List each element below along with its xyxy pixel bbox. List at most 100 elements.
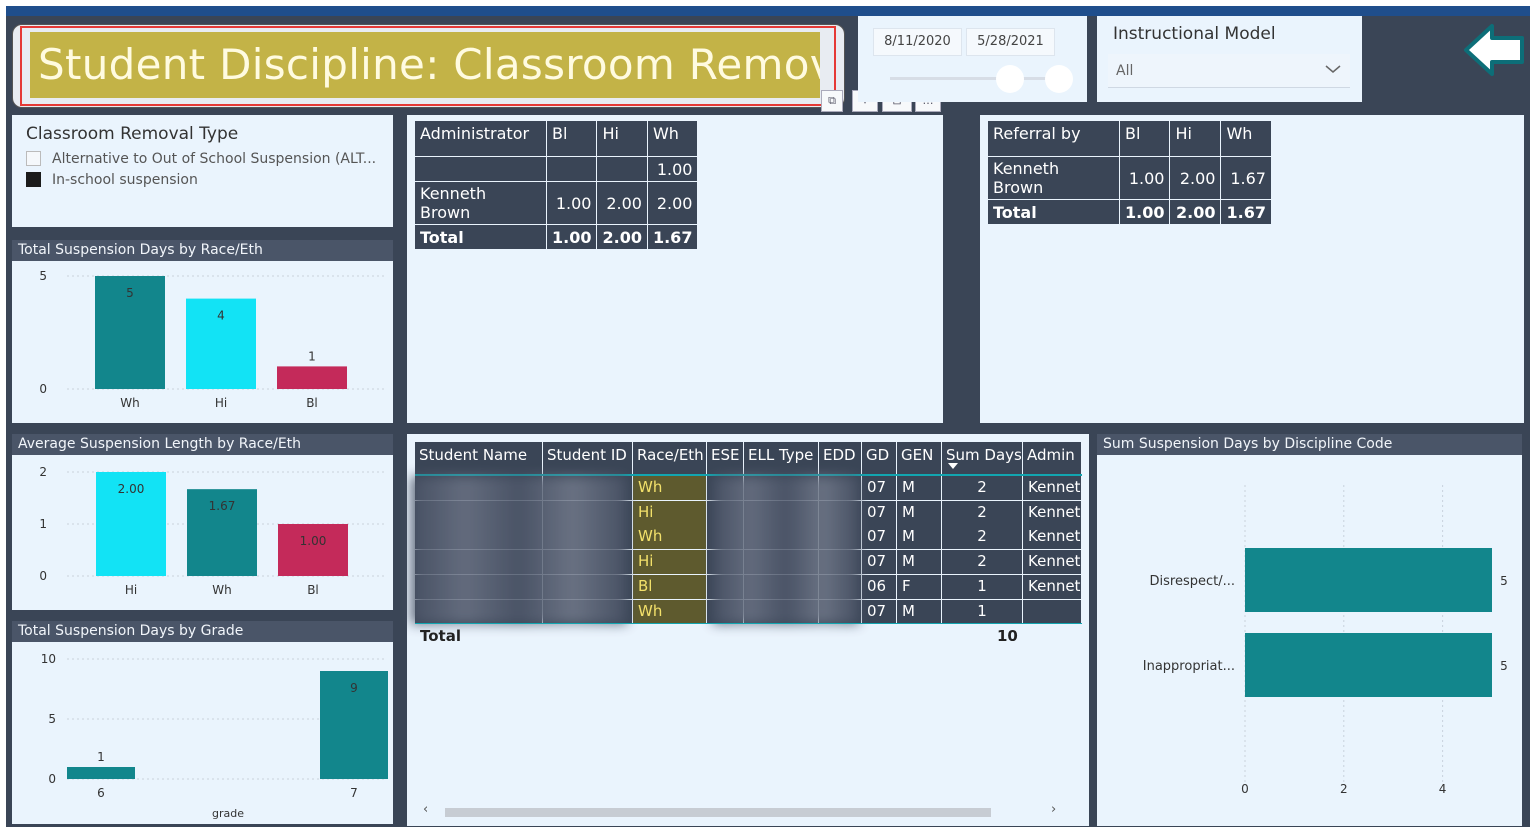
chevron-down-icon[interactable]	[1324, 60, 1342, 78]
back-arrow-button[interactable]	[1462, 20, 1526, 80]
table-cell: Bl	[633, 574, 707, 599]
column-header-race[interactable]: Race/Eth	[633, 442, 707, 474]
column-header[interactable]: Hi	[1169, 120, 1222, 157]
matrix-row[interactable]: 1.00	[414, 156, 699, 182]
table-cell	[1023, 599, 1082, 624]
total-label: Total	[420, 627, 461, 645]
y-tick-label: 5	[39, 269, 47, 283]
table-cell: Wh	[633, 476, 707, 500]
matrix-row[interactable]: Kenneth Brown 1.00 2.00 2.00	[414, 181, 699, 225]
column-header-edd[interactable]: EDD	[819, 442, 862, 474]
date-slider-track[interactable]	[890, 77, 1060, 80]
column-header-ell-type[interactable]: ELL Type	[744, 442, 819, 474]
end-date-input[interactable]: 5/28/2021	[966, 28, 1055, 56]
bar	[1245, 633, 1492, 697]
table-cell: Hi	[633, 500, 707, 525]
column-header[interactable]: Administrator	[414, 120, 547, 157]
y-tick-label: 0	[39, 569, 47, 583]
bar	[67, 767, 135, 779]
y-tick-label: Inappropriat...	[1143, 659, 1235, 674]
column-header-gd[interactable]: GD	[862, 442, 897, 474]
checkbox-unchecked-icon[interactable]	[26, 151, 41, 166]
copy-icon[interactable]: ⧉	[821, 90, 843, 112]
table-cell: 07	[862, 500, 897, 525]
table-cell: 07	[862, 525, 897, 550]
matrix-cell: Total	[987, 199, 1120, 225]
removal-type-option-alt[interactable]: Alternative to Out of School Suspension …	[26, 151, 386, 171]
table-cell: Hi	[633, 550, 707, 575]
chart-panel-discipline-code: Sum Suspension Days by Discipline Code 0…	[1097, 434, 1522, 826]
column-header[interactable]: Wh	[1220, 120, 1272, 157]
table-cell: Wh	[633, 599, 707, 624]
matrix-cell: 2.00	[646, 181, 699, 225]
x-tick-label: 6	[97, 786, 105, 800]
column-header-gen[interactable]: GEN	[897, 442, 942, 474]
table-cell: 1	[942, 574, 1023, 599]
matrix-cell: 2.00	[596, 224, 648, 250]
matrix-total-row: Total 1.00 2.00 1.67	[987, 199, 1272, 225]
horizontal-scrollbar[interactable]: ‹ ›	[421, 802, 1071, 819]
y-tick-label: 0	[39, 382, 47, 396]
table-cell: Wh	[633, 525, 707, 550]
date-slider-end-handle[interactable]	[1045, 65, 1073, 93]
data-label: 1.00	[300, 534, 327, 548]
checkbox-checked-icon[interactable]	[26, 172, 41, 187]
removal-type-option-iss[interactable]: In-school suspension	[26, 172, 386, 192]
column-header[interactable]: Bl	[545, 120, 598, 157]
instructional-model-dropdown[interactable]: All	[1108, 54, 1350, 88]
column-header[interactable]: Hi	[596, 120, 648, 157]
matrix-cell: 2.00	[1169, 156, 1222, 200]
table-cell: F	[897, 574, 942, 599]
column-header-admin[interactable]: Admin	[1023, 442, 1082, 474]
referral-matrix-panel: Referral by Bl Hi Wh Kenneth Brown 1.00 …	[980, 115, 1524, 423]
x-tick-label: Hi	[125, 583, 137, 597]
scrollbar-thumb[interactable]	[445, 808, 991, 817]
removal-type-title: Classroom Removal Type	[26, 124, 239, 144]
chart-title: Total Suspension Days by Grade	[12, 621, 393, 642]
matrix-header-row: Administrator Bl Hi Wh	[414, 120, 699, 157]
x-tick-label: 2	[1340, 782, 1348, 796]
matrix-cell: Kenneth Brown	[414, 181, 547, 225]
table-cell: M	[897, 525, 942, 550]
matrix-cell: 1.00	[1118, 199, 1171, 225]
column-header[interactable]: Referral by	[987, 120, 1120, 157]
column-header[interactable]: Wh	[646, 120, 699, 157]
table-cell: Kenneth	[1023, 476, 1082, 500]
scroll-left-icon[interactable]: ‹	[423, 802, 428, 817]
table-cell: M	[897, 599, 942, 624]
matrix-cell: Kenneth Brown	[987, 156, 1120, 200]
date-slider-start-handle[interactable]	[996, 65, 1024, 93]
y-tick-label: 2	[39, 465, 47, 479]
matrix-cell: 1.00	[1118, 156, 1171, 200]
table-cell: M	[897, 500, 942, 525]
start-date-input[interactable]: 8/11/2020	[873, 28, 962, 56]
chart-title: Sum Suspension Days by Discipline Code	[1097, 434, 1522, 455]
column-header-student-name[interactable]: Student Name	[415, 442, 543, 474]
matrix-row[interactable]: Kenneth Brown 1.00 2.00 1.67	[987, 156, 1272, 200]
table-cell: Kenneth	[1023, 574, 1082, 599]
sort-descending-icon[interactable]	[948, 463, 958, 469]
bar	[1245, 548, 1492, 612]
column-header[interactable]: Bl	[1118, 120, 1171, 157]
matrix-cell: 1.67	[1220, 156, 1272, 200]
column-header-sum-days[interactable]: Sum Days	[942, 442, 1023, 474]
removal-type-option-label: Alternative to Out of School Suspension …	[52, 151, 377, 167]
total-sum-days: 10	[997, 627, 1018, 645]
scroll-right-icon[interactable]: ›	[1051, 802, 1056, 817]
student-detail-table: Student Name Student ID Race/Eth ESE ELL…	[407, 434, 1089, 826]
grade-total-chart: 0 5 10 1 6 9 7 grade	[41, 652, 388, 820]
table-cell: 2	[942, 476, 1023, 500]
chart-panel-grade-total: Total Suspension Days by Grade 0 5 10 1 6 9 7 g…	[12, 621, 393, 824]
redacted-student-info	[411, 476, 627, 624]
table-cell: Kenneth	[1023, 550, 1082, 575]
matrix-total-row: Total 1.00 2.00 1.67	[414, 224, 699, 250]
table-cell: 2	[942, 550, 1023, 575]
column-header-ese[interactable]: ESE	[707, 442, 744, 474]
column-header-student-id[interactable]: Student ID	[543, 442, 633, 474]
matrix-cell	[596, 156, 648, 182]
matrix-header-row: Referral by Bl Hi Wh	[987, 120, 1272, 157]
table-cell: Kenneth	[1023, 500, 1082, 525]
table-cell: Kenneth	[1023, 525, 1082, 550]
x-axis-label: grade	[212, 807, 244, 820]
chart-panel-race-total: Total Suspension Days by Race/Eth 0 5 5 Wh 4…	[12, 240, 393, 423]
